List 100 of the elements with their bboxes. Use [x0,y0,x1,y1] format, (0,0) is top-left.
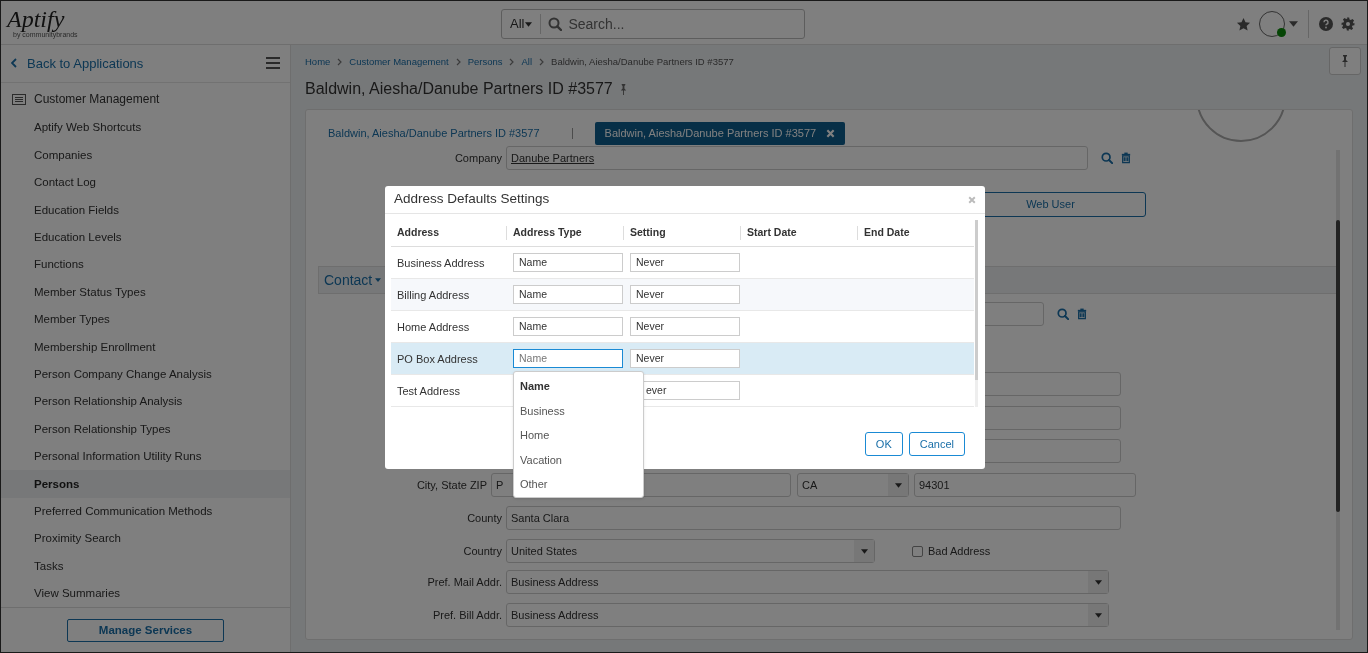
type-field[interactable]: Name [513,349,623,368]
caret-icon [525,21,533,27]
type-field[interactable]: Name [513,317,623,336]
sidebar-item[interactable]: Person Company Change Analysis [1,360,290,389]
sidebar-item[interactable]: Education Fields [1,196,290,224]
column-header: Setting [630,225,666,241]
caret-icon [1094,579,1102,585]
column-header: Address Type [513,225,582,241]
checkbox-label: Bad Address [928,543,991,559]
ok-button[interactable]: OK [864,432,903,456]
search-field[interactable]: All Search... [501,9,805,39]
sidebar-item[interactable]: Aptify Web Shortcuts [1,114,290,142]
section-toggle[interactable]: Contact [324,269,382,291]
dropdown-option[interactable]: Other [514,472,643,497]
list-icon [12,93,26,105]
table-cell: Test Address [397,385,460,397]
sidebar-item[interactable]: Proximity Search [1,525,290,553]
column-header: Start Date [747,225,797,241]
record-tab[interactable]: Baldwin, Aiesha/Danube Partners ID #3577 [594,121,846,145]
company-field[interactable]: Danube Partners [506,146,1088,170]
dialog-title: Address Defaults Settings [394,190,551,209]
field-label: Pref. Bill Addr. [432,608,502,621]
pin-button[interactable] [1329,47,1361,75]
breadcrumb-current: Baldwin, Aiesha/Danube Partners ID #3577 [551,54,734,69]
caret-icon [860,548,868,554]
trash-icon [1077,308,1087,320]
column-header: End Date [864,225,910,241]
sidebar-item[interactable]: Personal Information Utility Runs [1,443,290,471]
close-icon [968,195,976,204]
sidebar-item[interactable]: View Summaries [1,580,290,608]
sidebar-item[interactable]: Person Relationship Types [1,415,290,444]
sidebar-item[interactable]: Education Levels [1,223,290,252]
pref-bill-select[interactable]: Business Address [506,603,1109,627]
sidebar-item[interactable]: Functions [1,251,290,279]
company-link[interactable]: Danube Partners [511,149,595,167]
field-label: Pref. Mail Addr. [427,575,502,588]
trash-icon [1121,152,1131,164]
type-field[interactable]: Name [513,253,623,272]
breadcrumb-link[interactable]: All [521,54,533,70]
scope-dropdown[interactable]: All [510,14,525,34]
sidebar-item[interactable]: Companies [1,141,290,170]
sidebar-item[interactable]: Preferred Communication Methods [1,497,290,526]
field-label: Company [454,151,502,164]
table-cell: Business Address [397,257,485,269]
caret-icon [1289,21,1298,27]
menu-icon [266,57,280,70]
sidebar-item[interactable]: Member Status Types [1,278,290,307]
close-icon [826,128,836,138]
dropdown-option[interactable]: Home [514,423,643,448]
field-label: Country [463,544,502,557]
sidebar-item[interactable]: Persons [1,470,290,498]
dropdown-option[interactable]: Vacation [514,447,643,473]
sidebar-item[interactable]: Member Types [1,306,290,334]
logo-text: Aptify [7,6,66,31]
state-select[interactable]: CA [797,473,909,497]
table-cell: PO Box Address [397,353,478,365]
pref-mail-select[interactable]: Business Address [506,570,1109,594]
table-cell: Home Address [397,321,470,333]
sidebar-item[interactable]: Contact Log [1,169,290,197]
caret-icon [894,482,902,488]
setting-field[interactable]: Never [630,253,740,272]
setting-field[interactable]: Never [630,317,740,336]
search-icon [548,17,563,31]
cancel-button[interactable]: Cancel [908,432,965,456]
checkbox[interactable] [912,545,923,557]
sidebar-item[interactable]: Membership Enrollment [1,333,290,361]
breadcrumb-link[interactable]: Customer Management [349,54,449,70]
star-icon [1236,16,1251,32]
search-icon [1101,152,1113,164]
country-select[interactable]: United States [506,539,875,563]
search-icon [1057,308,1069,320]
chevron-right-icon [337,58,343,66]
manage-services-button[interactable]: Manage Services [67,618,224,642]
settings-icon [1341,17,1355,31]
chevron-right-icon [509,58,515,66]
county-field[interactable]: Santa Clara [506,506,1121,530]
chevron-left-icon [11,58,17,69]
table-row[interactable]: PO Box Address Name Never [391,343,974,375]
type-field[interactable]: Name [513,285,623,304]
field-label: County [467,511,502,524]
record-tab[interactable]: Baldwin, Aiesha/Danube Partners ID #3577 [318,121,550,145]
table-row[interactable]: Billing Address Name Never [391,279,974,311]
zip-field[interactable]: 94301 [914,473,1136,497]
back-link[interactable]: Back to Applications [11,53,144,74]
sidebar-item[interactable]: Person Relationship Analysis [1,388,290,416]
column-header: Address [397,225,439,241]
setting-field[interactable]: Never [630,349,740,368]
caret-icon [375,278,382,282]
sidebar-item[interactable]: Tasks [1,552,290,580]
chevron-right-icon [539,58,545,66]
breadcrumb-link[interactable]: Persons [467,54,503,70]
section-title: Customer Management [34,91,160,108]
caret-icon [1094,612,1102,618]
avatar[interactable] [1259,11,1285,37]
breadcrumb-link[interactable]: Home [305,54,331,70]
page-title: Baldwin, Aiesha/Danube Partners ID #3577 [305,79,613,99]
table-cell: Billing Address [397,289,470,301]
chevron-right-icon [455,58,461,66]
setting-field[interactable]: Never [630,285,740,304]
help-icon [1319,17,1333,31]
